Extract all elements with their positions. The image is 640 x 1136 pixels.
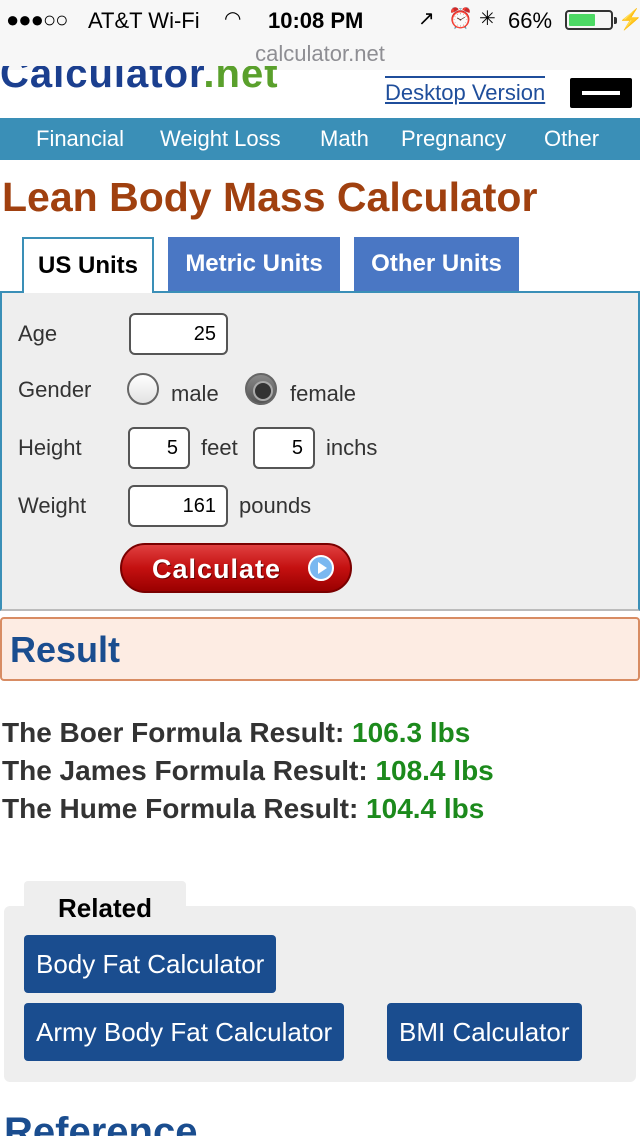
related-link-body-fat[interactable]: Body Fat Calculator xyxy=(24,935,277,993)
result-title: Result xyxy=(10,629,121,670)
desktop-version-link[interactable]: Desktop Version xyxy=(385,76,546,106)
site-logo[interactable]: Calculator.net xyxy=(0,66,310,92)
top-nav: Financial Weight Loss Math Pregnancy Oth… xyxy=(0,118,640,160)
gender-female-label: female xyxy=(290,381,357,406)
alarm-icon: ⏰ xyxy=(448,8,473,30)
signal-strength-icon: ●●●○○ xyxy=(6,7,68,32)
hamburger-menu-icon[interactable] xyxy=(570,78,632,108)
nav-item-pregnancy[interactable]: Pregnancy xyxy=(401,126,506,152)
height-inches-unit: inchs xyxy=(326,435,378,460)
status-bar: ●●●○○ AT&T Wi-Fi ◠ 10:08 PM ↗ ⏰ ✳ 66% ⚡ xyxy=(0,0,640,40)
height-inches-input[interactable]: 5 xyxy=(253,427,315,469)
gender-male-label: male xyxy=(171,381,219,406)
related-link-army-body-fat[interactable]: Army Body Fat Calculator xyxy=(24,1003,345,1061)
result-hume-value: 104.4 lbs xyxy=(366,793,485,824)
result-james: The James Formula Result: 108.4 lbs xyxy=(2,755,494,786)
url-domain: calculator.net xyxy=(255,41,385,66)
weight-unit: pounds xyxy=(239,493,312,518)
age-input[interactable]: 25 xyxy=(129,313,228,355)
nav-item-other[interactable]: Other xyxy=(544,126,599,152)
tab-other-units[interactable]: Other Units xyxy=(354,237,519,293)
result-boer: The Boer Formula Result: 106.3 lbs xyxy=(2,717,471,748)
wifi-icon: ◠ xyxy=(224,8,242,30)
battery-percent: 66% xyxy=(508,8,553,33)
weight-input[interactable]: 161 xyxy=(128,485,228,527)
calculate-label: Calculate xyxy=(152,554,282,584)
related-link-bmi[interactable]: BMI Calculator xyxy=(387,1003,582,1061)
gender-label: Gender xyxy=(18,377,92,402)
battery-fill xyxy=(569,14,596,26)
play-arrow-icon xyxy=(308,555,334,581)
gender-female-radio[interactable] xyxy=(245,373,277,405)
nav-item-weight-loss[interactable]: Weight Loss xyxy=(160,126,281,152)
result-james-value: 108.4 lbs xyxy=(375,755,494,786)
result-boer-value: 106.3 lbs xyxy=(352,717,471,748)
tab-metric-units[interactable]: Metric Units xyxy=(168,237,340,293)
tab-us-units[interactable]: US Units xyxy=(22,237,154,293)
height-feet-unit: feet xyxy=(201,435,238,460)
gender-male-radio[interactable] xyxy=(127,373,159,405)
bluetooth-icon: ✳ xyxy=(479,8,496,30)
page-title: Lean Body Mass Calculator xyxy=(2,174,538,220)
calculate-button[interactable]: Calculate xyxy=(120,543,352,593)
clock: 10:08 PM xyxy=(268,8,364,33)
carrier-label: AT&T Wi-Fi xyxy=(88,8,200,33)
nav-item-math[interactable]: Math xyxy=(320,126,369,152)
result-header: Result xyxy=(0,617,640,681)
related-title: Related xyxy=(24,881,186,923)
reference-heading: Reference xyxy=(4,1110,198,1136)
height-label: Height xyxy=(18,435,82,460)
nav-item-financial[interactable]: Financial xyxy=(36,126,124,152)
age-label: Age xyxy=(18,321,58,346)
result-hume: The Hume Formula Result: 104.4 lbs xyxy=(2,793,485,824)
height-feet-input[interactable]: 5 xyxy=(128,427,190,469)
charging-bolt-icon: ⚡ xyxy=(618,9,640,31)
battery-icon xyxy=(565,10,617,30)
location-arrow-icon: ↗ xyxy=(418,8,435,30)
weight-label: Weight xyxy=(18,493,87,518)
logo-text: Calculator.net xyxy=(0,66,279,92)
